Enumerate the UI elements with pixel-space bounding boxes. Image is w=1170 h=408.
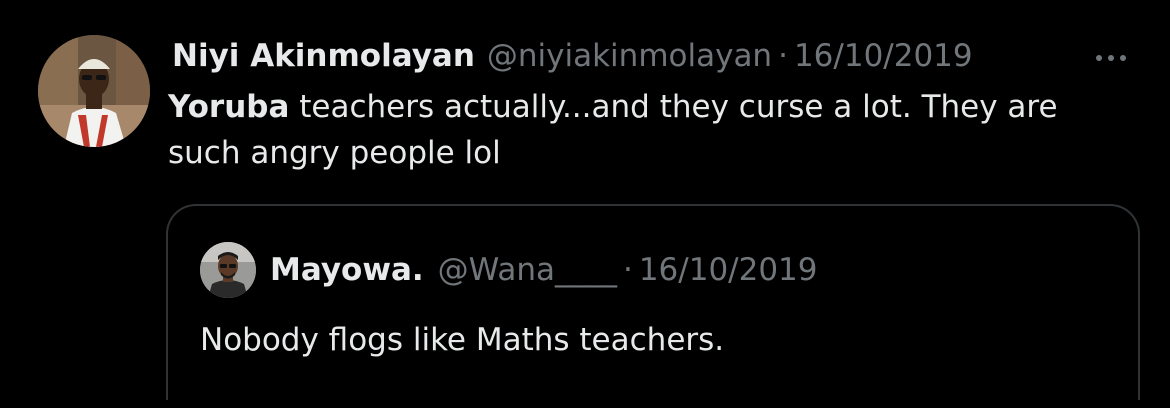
quoted-author-avatar[interactable]: [200, 242, 256, 298]
more-dot: [1120, 55, 1126, 61]
tweet-text-bold: Yoruba: [168, 89, 290, 125]
more-dot: [1096, 55, 1102, 61]
author-handle[interactable]: @niyiakinmolayan: [487, 34, 772, 78]
tweet-header: Niyi Akinmolayan @niyiakinmolayan · 16/1…: [172, 34, 973, 78]
quoted-author-handle[interactable]: @Wana____: [438, 248, 617, 292]
tweet-text: Yoruba teachers actually...and they curs…: [168, 84, 1128, 176]
tweet[interactable]: Niyi Akinmolayan @niyiakinmolayan · 16/1…: [0, 0, 1170, 408]
quoted-tweet-header: Mayowa. @Wana____ · 16/10/2019: [270, 248, 818, 292]
quoted-author-display-name[interactable]: Mayowa.: [270, 248, 424, 292]
more-dot: [1108, 55, 1114, 61]
quoted-tweet-date[interactable]: 16/10/2019: [639, 248, 818, 292]
quoted-header-separator: ·: [622, 252, 633, 288]
tweet-date[interactable]: 16/10/2019: [794, 34, 973, 78]
quoted-tweet[interactable]: Mayowa. @Wana____ · 16/10/2019 Nobody fl…: [166, 204, 1140, 400]
author-avatar-image: [38, 35, 150, 147]
tweet-text-rest: teachers actually...and they curse a lot…: [168, 89, 1058, 171]
quoted-tweet-text: Nobody flogs like Maths teachers.: [200, 322, 725, 358]
author-avatar[interactable]: [38, 35, 150, 147]
header-separator: ·: [778, 38, 788, 74]
quoted-avatar-image: [200, 242, 256, 298]
author-display-name[interactable]: Niyi Akinmolayan: [172, 34, 475, 78]
more-horizontal-icon[interactable]: [1096, 48, 1126, 68]
